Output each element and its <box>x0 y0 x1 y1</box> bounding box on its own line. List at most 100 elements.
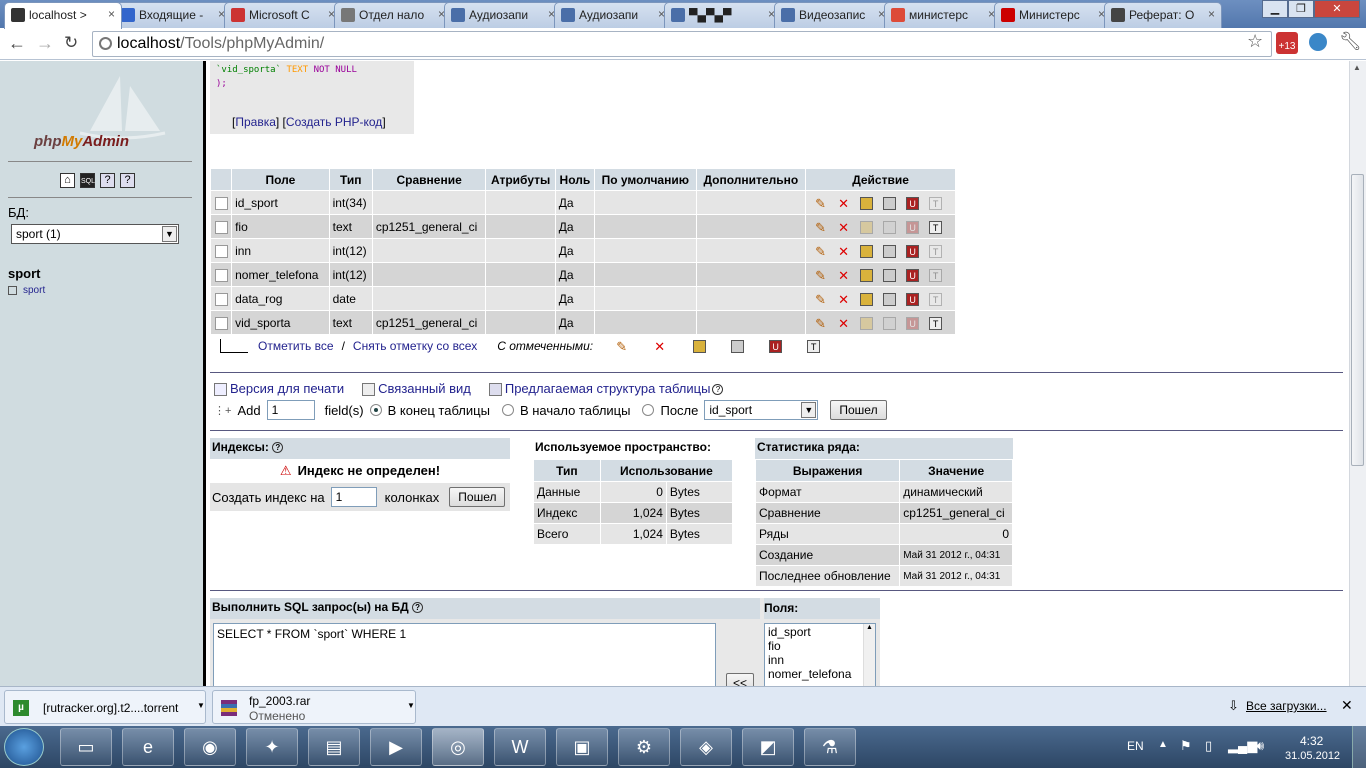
db-select[interactable]: sport (1) ▼ <box>11 224 179 244</box>
browser-tab[interactable]: Аудиозапи × <box>444 2 562 28</box>
edit-icon[interactable]: ✎ <box>814 269 827 282</box>
close-downloads-icon[interactable]: ✕ <box>1341 697 1353 714</box>
fulltext-icon[interactable]: T <box>929 316 943 330</box>
home-icon[interactable]: ⌂ <box>60 173 75 188</box>
after-radio[interactable] <box>642 404 655 416</box>
index-icon[interactable] <box>883 220 897 234</box>
help-icon[interactable]: ? <box>272 442 284 454</box>
help-icon[interactable]: ? <box>712 384 724 396</box>
add-count-input[interactable]: 1 <box>266 400 315 420</box>
sql-icon[interactable]: SQL <box>80 173 95 188</box>
help-icon[interactable]: ? <box>120 173 135 188</box>
print-view-link[interactable]: Версия для печати <box>230 381 344 396</box>
unique-icon[interactable]: U <box>906 220 920 234</box>
browser-tab[interactable]: Министерс × <box>994 2 1112 28</box>
notes-icon[interactable]: ◩ <box>742 728 794 766</box>
field-option[interactable]: fio <box>768 639 872 653</box>
row-checkbox[interactable] <box>214 220 228 234</box>
all-downloads-link[interactable]: Все загрузки... <box>1246 699 1327 713</box>
denwer-icon[interactable]: ⚗ <box>804 728 856 766</box>
bulk-edit-icon[interactable]: ✎ <box>615 340 628 353</box>
start-button[interactable] <box>4 728 44 766</box>
unique-icon[interactable]: U <box>906 244 920 258</box>
minimize-button[interactable]: ▁ <box>1262 0 1288 18</box>
index-icon[interactable] <box>883 196 897 210</box>
drop-icon[interactable]: ✕ <box>837 221 850 234</box>
volume-tray-icon[interactable]: 🔊︎ <box>1256 738 1264 754</box>
chevron-down-icon[interactable]: ▼ <box>162 226 177 242</box>
skype-extension-icon[interactable] <box>1309 33 1327 51</box>
primary-key-icon[interactable] <box>860 244 874 258</box>
phpmyadmin-logo[interactable]: phpMyAdmin <box>34 133 129 150</box>
drop-icon[interactable]: ✕ <box>837 269 850 282</box>
edit-icon[interactable]: ✎ <box>814 197 827 210</box>
address-bar[interactable]: localhost/Tools/phpMyAdmin/ <box>92 31 1272 57</box>
download-item-rar[interactable]: fp_2003.rar Отменено ▼ <box>212 690 416 724</box>
unique-icon[interactable]: U <box>906 268 920 282</box>
reload-icon[interactable]: ↻ <box>64 33 78 53</box>
unique-icon[interactable]: U <box>906 316 920 330</box>
visio-icon[interactable]: ◈ <box>680 728 732 766</box>
winrar-task-icon[interactable]: ▤ <box>308 728 360 766</box>
field-option[interactable]: id_sport <box>768 625 872 639</box>
index-icon[interactable] <box>883 268 897 282</box>
after-field-select[interactable]: id_sport ▼ <box>704 400 819 420</box>
close-window-button[interactable]: ✕ <box>1314 0 1360 18</box>
language-indicator[interactable]: EN <box>1127 739 1144 753</box>
db-title[interactable]: sport <box>8 266 41 281</box>
create-php-link[interactable]: Создать PHP-код <box>286 115 382 129</box>
close-tab-icon[interactable]: × <box>108 7 115 21</box>
help-icon[interactable]: ? <box>412 602 424 614</box>
hp-icon[interactable]: ◉ <box>184 728 236 766</box>
close-tab-icon[interactable]: × <box>1208 7 1215 21</box>
clock-date[interactable]: 31.05.2012 <box>1285 750 1340 762</box>
create-index-go-button[interactable]: Пошел <box>449 487 506 507</box>
bulk-primary-icon[interactable] <box>693 339 707 353</box>
sidebar-table-sport[interactable]: sport <box>8 285 45 296</box>
check-all-link[interactable]: Отметить все <box>258 339 334 353</box>
field-option[interactable]: nomer_telefona <box>768 667 872 681</box>
docs-icon[interactable]: ? <box>100 173 115 188</box>
index-cols-input[interactable]: 1 <box>330 487 377 507</box>
browser-tab[interactable]: Реферат: О × <box>1104 2 1222 28</box>
drop-icon[interactable]: ✕ <box>837 317 850 330</box>
index-icon[interactable] <box>883 316 897 330</box>
chevron-down-icon[interactable]: ▼ <box>801 402 817 418</box>
browser-tab[interactable]: Видеозапис × <box>774 2 892 28</box>
browser-tab[interactable]: Аудиозапи × <box>554 2 672 28</box>
ie-icon[interactable]: e <box>122 728 174 766</box>
edit-icon[interactable]: ✎ <box>814 221 827 234</box>
word-icon[interactable]: W <box>494 728 546 766</box>
edit-icon[interactable]: ✎ <box>814 317 827 330</box>
explorer-icon[interactable]: ▭ <box>60 728 112 766</box>
index-icon[interactable] <box>883 292 897 306</box>
chevron-down-icon[interactable]: ▼ <box>407 701 415 710</box>
edit-icon[interactable]: ✎ <box>814 293 827 306</box>
device-tray-icon[interactable]: ▯ <box>1205 738 1212 754</box>
bulk-drop-icon[interactable]: ✕ <box>653 340 666 353</box>
row-checkbox[interactable] <box>214 244 228 258</box>
drop-icon[interactable]: ✕ <box>837 197 850 210</box>
primary-key-icon[interactable] <box>860 196 874 210</box>
back-icon[interactable]: ← <box>8 33 26 54</box>
fulltext-icon[interactable]: T <box>929 244 943 258</box>
browser-tab[interactable]: localhost > × <box>4 2 122 29</box>
at-end-radio[interactable] <box>369 404 382 416</box>
wrench-icon[interactable]: 🔧︎ <box>1339 31 1362 52</box>
browser-tab[interactable]: Отдел нало × <box>334 2 452 28</box>
primary-key-icon[interactable] <box>860 316 874 330</box>
fulltext-icon[interactable]: T <box>929 220 943 234</box>
forward-icon[interactable]: → <box>36 33 54 54</box>
scroll-up-icon[interactable]: ▲ <box>1353 63 1361 72</box>
row-checkbox[interactable] <box>214 316 228 330</box>
fields-list[interactable]: id_sport fio inn nomer_telefona ▲ <box>764 623 876 686</box>
unique-icon[interactable]: U <box>906 196 920 210</box>
network-app-icon[interactable]: ⚙ <box>618 728 670 766</box>
network-tray-icon[interactable]: ▂▄▆ <box>1228 738 1257 754</box>
extension-badge[interactable]: +13 <box>1276 32 1298 54</box>
edit-icon[interactable]: ✎ <box>814 245 827 258</box>
browser-tab[interactable]: министерс × <box>884 2 1002 28</box>
bookmark-star-icon[interactable]: ☆ <box>1247 31 1263 52</box>
browser-tab[interactable]: Microsoft C × <box>224 2 342 28</box>
edit-link[interactable]: Правка <box>235 115 276 129</box>
